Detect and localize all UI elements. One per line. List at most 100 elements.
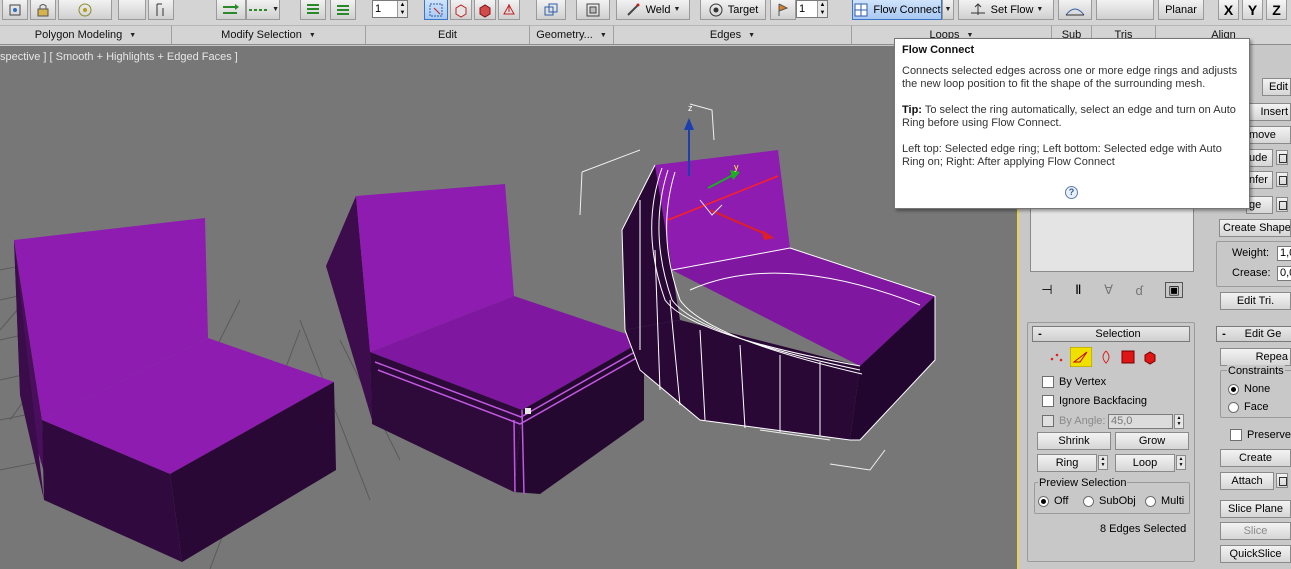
vertex-tool-icon[interactable] bbox=[2, 0, 28, 20]
loop-lines-icon[interactable] bbox=[330, 0, 356, 20]
box-red-icon[interactable] bbox=[450, 0, 472, 20]
selection-rollout[interactable]: - Selection bbox=[1032, 326, 1190, 342]
frame-icon[interactable] bbox=[576, 0, 610, 20]
target-pin-icon[interactable] bbox=[770, 0, 796, 20]
selection-count-label: 8 Edges Selected bbox=[1100, 523, 1187, 535]
loop-spinner-icon[interactable]: ▲ ▼ bbox=[1176, 455, 1186, 470]
group-geometry[interactable]: Geometry... ▼ bbox=[530, 25, 614, 44]
edit-geometry-rollout[interactable]: - Edit Ge bbox=[1216, 326, 1291, 342]
create-shape-button[interactable]: Create Shape bbox=[1219, 219, 1291, 237]
loop-selection-icon[interactable]: ▼ bbox=[246, 0, 280, 20]
extrude-button[interactable]: ude bbox=[1246, 149, 1273, 167]
crease-label: Crease: bbox=[1232, 267, 1271, 279]
planar-button[interactable]: Planar bbox=[1158, 0, 1204, 20]
weld-threshold-spinner[interactable]: 1 ▲ ▼ bbox=[796, 0, 828, 18]
gizmo-y-label: y bbox=[734, 162, 739, 172]
box-solid-icon[interactable] bbox=[474, 0, 496, 20]
flow-connect-button[interactable]: Flow Connect bbox=[852, 0, 942, 20]
align-y-button[interactable]: Y bbox=[1242, 0, 1263, 20]
ring-spinner-icon[interactable]: ▲ ▼ bbox=[1098, 455, 1108, 470]
chair-middle-mesh bbox=[326, 184, 644, 495]
align-x-button[interactable]: X bbox=[1218, 0, 1239, 20]
tooltip-tip-text: To select the ring automatically, select… bbox=[902, 104, 1236, 129]
insert-vertex-button[interactable]: Insert bbox=[1246, 103, 1291, 121]
by-vertex-checkbox[interactable]: By Vertex bbox=[1042, 376, 1106, 388]
preserve-uvs-checkbox[interactable]: Preserve bbox=[1230, 429, 1291, 441]
connect-icon[interactable] bbox=[536, 0, 566, 20]
by-angle-input[interactable]: 45,0 bbox=[1108, 414, 1173, 429]
weld-button[interactable]: Weld ▼ bbox=[616, 0, 690, 20]
tooltip-tip-label: Tip: bbox=[902, 104, 922, 116]
edge-level-icon[interactable] bbox=[1070, 347, 1092, 367]
tooltip-title: Flow Connect bbox=[902, 44, 975, 56]
perspective-viewport[interactable]: z y spective ] [ Smooth + Highlights + E… bbox=[0, 46, 1017, 569]
attach-settings-icon[interactable] bbox=[1276, 473, 1288, 488]
polygon-level-icon[interactable] bbox=[1120, 349, 1136, 365]
preview-off-radio[interactable]: Off bbox=[1038, 495, 1068, 507]
target-weld-button[interactable]: Target bbox=[700, 0, 766, 20]
bridge-button[interactable]: ge bbox=[1246, 196, 1273, 214]
pin-stack-icon[interactable] bbox=[148, 0, 174, 20]
slice-plane-button[interactable]: Slice Plane bbox=[1220, 500, 1291, 518]
tooltip-description: Connects selected edges across one or mo… bbox=[902, 65, 1238, 90]
edit-edges-button[interactable]: Edit bbox=[1262, 78, 1291, 96]
ring-button[interactable]: Ring bbox=[1037, 454, 1097, 472]
group-edges[interactable]: Edges ▼ bbox=[614, 25, 852, 44]
viewport-label[interactable]: spective ] [ Smooth + Highlights + Edged… bbox=[0, 51, 238, 63]
make-unique-icon[interactable]: ∀ bbox=[1104, 282, 1113, 298]
pin-stack-icon[interactable]: ⊣ bbox=[1041, 282, 1052, 298]
help-icon[interactable]: ? bbox=[1065, 186, 1078, 199]
ring-lines-icon[interactable] bbox=[300, 0, 326, 20]
element-level-icon[interactable] bbox=[1142, 349, 1158, 365]
by-angle-checkbox[interactable]: By Angle: bbox=[1042, 415, 1105, 427]
show-end-result-icon[interactable]: Ⅱ bbox=[1075, 282, 1081, 298]
vertex-move-icon[interactable] bbox=[498, 0, 520, 20]
by-angle-spinner-icon[interactable]: ▲ ▼ bbox=[1174, 414, 1184, 429]
shrink-button[interactable]: Shrink bbox=[1037, 432, 1111, 450]
attach-button[interactable]: Attach bbox=[1220, 472, 1274, 490]
constraint-none-radio[interactable]: None bbox=[1228, 383, 1270, 395]
preview-selection-label: Preview Selection bbox=[1038, 477, 1128, 489]
preview-multi-radio[interactable]: Multi bbox=[1145, 495, 1184, 507]
border-level-icon[interactable] bbox=[1098, 349, 1114, 365]
tooltip-caption: Left top: Selected edge ring; Left botto… bbox=[902, 143, 1222, 168]
configure-modifier-sets-icon[interactable]: ▣ bbox=[1165, 282, 1183, 298]
constraints-label: Constraints bbox=[1227, 365, 1285, 377]
select-edit-icon[interactable] bbox=[424, 0, 448, 20]
remove-modifier-icon[interactable]: ɗ bbox=[1136, 283, 1143, 298]
modifier-stack-list[interactable] bbox=[1030, 200, 1194, 272]
subobject-level-bar bbox=[1048, 346, 1174, 368]
grow-selection-icon[interactable] bbox=[216, 0, 246, 20]
crease-input[interactable]: 0,0 bbox=[1277, 266, 1291, 281]
quickslice-button[interactable]: QuickSlice bbox=[1220, 545, 1291, 563]
preview-subobj-radio[interactable]: SubObj bbox=[1083, 495, 1136, 507]
bridge-settings-icon[interactable] bbox=[1276, 197, 1288, 212]
align-z-button[interactable]: Z bbox=[1266, 0, 1287, 20]
vertex-level-icon[interactable] bbox=[1048, 349, 1064, 365]
chamfer-button[interactable]: nfer bbox=[1246, 171, 1273, 189]
target-settings-icon[interactable] bbox=[58, 0, 112, 20]
lock-icon[interactable] bbox=[30, 0, 56, 20]
blank-tool-icon[interactable] bbox=[118, 0, 146, 20]
chamfer-settings-icon[interactable] bbox=[1276, 172, 1288, 187]
edit-tri-button[interactable]: Edit Tri. bbox=[1220, 292, 1291, 310]
extrude-settings-icon[interactable] bbox=[1276, 150, 1288, 165]
ring-step-spinner[interactable]: 1 ▲ ▼ bbox=[372, 0, 408, 18]
remove-button[interactable]: move bbox=[1246, 126, 1291, 144]
ignore-backfacing-checkbox[interactable]: Ignore Backfacing bbox=[1042, 395, 1147, 407]
weight-label: Weight: bbox=[1232, 247, 1270, 259]
slice-button[interactable]: Slice bbox=[1220, 522, 1291, 540]
create-button[interactable]: Create bbox=[1220, 449, 1291, 467]
repeat-last-button[interactable]: Repea bbox=[1220, 348, 1291, 366]
constraint-face-radio[interactable]: Face bbox=[1228, 401, 1268, 413]
sub-smooth-icon[interactable] bbox=[1058, 0, 1092, 20]
group-modify-selection[interactable]: Modify Selection ▼ bbox=[172, 25, 366, 44]
flow-connect-dropdown[interactable]: ▼ bbox=[942, 0, 954, 20]
grow-button[interactable]: Grow bbox=[1115, 432, 1189, 450]
set-flow-button[interactable]: Set Flow ▼ bbox=[958, 0, 1054, 20]
group-polygon-modeling[interactable]: Polygon Modeling ▼ bbox=[0, 25, 172, 44]
gizmo-z-label: z bbox=[688, 103, 693, 113]
loop-button[interactable]: Loop bbox=[1115, 454, 1175, 472]
tris-button[interactable] bbox=[1096, 0, 1154, 20]
weight-input[interactable]: 1,0 bbox=[1277, 246, 1291, 261]
